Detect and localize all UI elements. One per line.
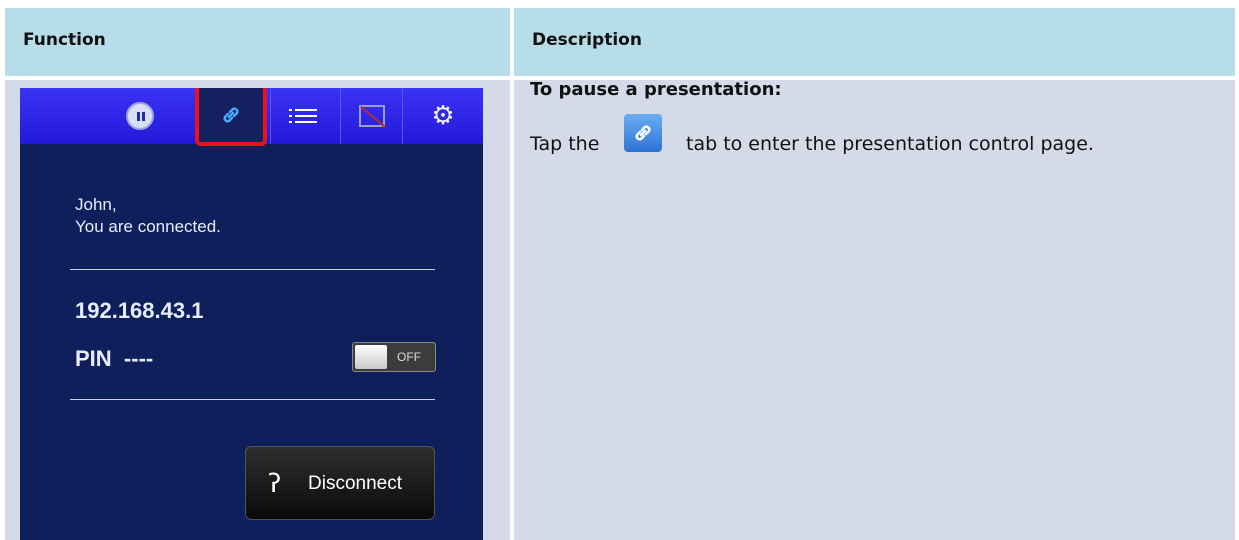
tab-screen[interactable]	[340, 88, 402, 144]
toggle-label: OFF	[397, 350, 421, 364]
tab-link-highlight[interactable]	[195, 88, 267, 146]
divider-top	[70, 269, 435, 270]
header-description-cell: Description	[514, 8, 1235, 76]
tab-bar: ⚙	[20, 88, 483, 146]
greeting-status: You are connected.	[75, 217, 221, 236]
description-title: To pause a presentation:	[530, 79, 782, 100]
tab-settings[interactable]: ⚙	[402, 88, 483, 144]
toggle-knob	[355, 345, 387, 369]
link-icon	[223, 107, 239, 123]
list-icon	[288, 105, 317, 127]
greeting: John, You are connected.	[75, 194, 221, 238]
header-description: Description	[532, 30, 642, 50]
ip-address: 192.168.43.1	[75, 298, 204, 323]
description-prefix: Tap the	[530, 133, 600, 155]
screen-off-icon	[358, 105, 385, 127]
tab-list[interactable]	[270, 88, 340, 144]
link-icon	[635, 125, 651, 141]
gear-icon: ⚙	[431, 101, 455, 131]
divider-bottom	[70, 399, 435, 400]
pin-row: PIN ----	[75, 346, 153, 372]
pause-icon	[125, 102, 154, 130]
disconnect-label: Disconnect	[308, 473, 402, 494]
header-function: Function	[23, 30, 106, 50]
tab-pause[interactable]	[90, 88, 189, 144]
description-suffix: tab to enter the presentation control pa…	[686, 133, 1094, 155]
header-function-cell: Function	[5, 8, 510, 76]
app-screenshot: ⚙ John, You are connected. 192.168.43.1 …	[20, 88, 483, 540]
disconnect-button[interactable]: ʔ Disconnect	[245, 446, 435, 520]
greeting-name: John,	[75, 195, 117, 214]
pin-toggle[interactable]: OFF	[352, 342, 436, 372]
pin-value: ----	[123, 346, 154, 371]
broken-link-icon: ʔ	[268, 469, 282, 499]
pin-label: PIN	[75, 346, 112, 371]
link-tab-icon	[624, 114, 662, 152]
